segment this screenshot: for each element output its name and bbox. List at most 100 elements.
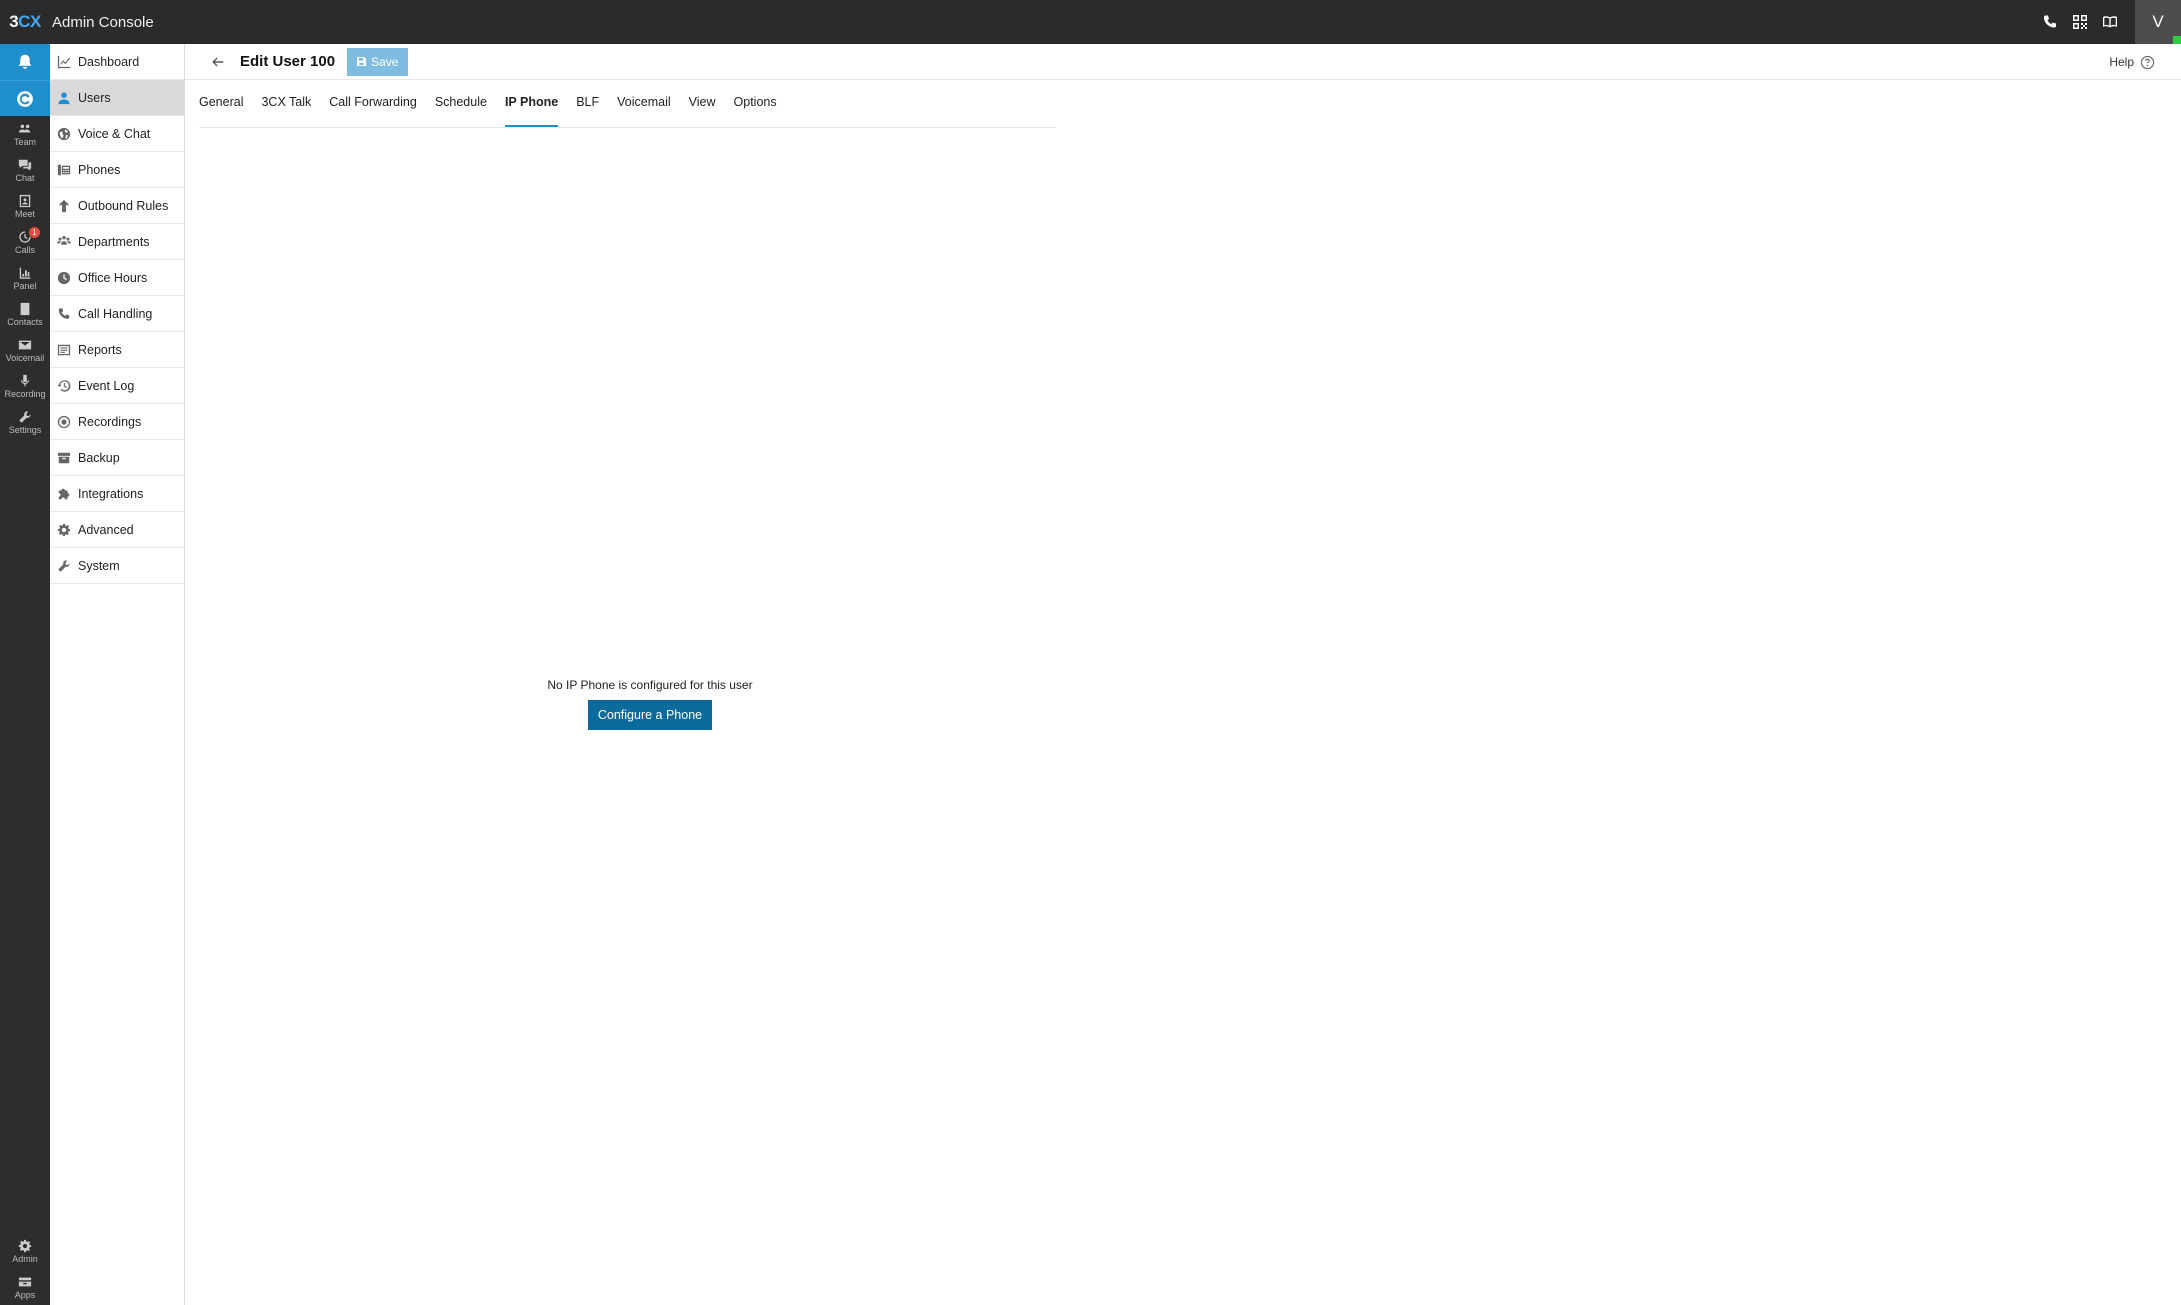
- 3cx-brand-icon: [17, 90, 33, 107]
- notifications-button[interactable]: [0, 44, 50, 80]
- sidebar-item-dashboard[interactable]: Dashboard: [50, 44, 184, 80]
- avatar-initial: V: [2152, 12, 2164, 31]
- sidebar-item-label: Office Hours: [78, 270, 148, 285]
- rail-item-settings[interactable]: Settings: [0, 404, 50, 440]
- rail-item-panel[interactable]: Panel: [0, 260, 50, 296]
- 3cx-home-button[interactable]: [0, 80, 50, 116]
- sidebar-item-label: Reports: [78, 342, 122, 357]
- floppy-disk-icon: [357, 57, 367, 66]
- sidebar-item-advanced[interactable]: Advanced: [50, 512, 184, 548]
- rail-item-label: Apps: [14, 1289, 36, 1300]
- empty-state-message: No IP Phone is configured for this user: [547, 678, 753, 692]
- tab-view[interactable]: View: [689, 79, 716, 127]
- sidebar-item-reports[interactable]: Reports: [50, 332, 184, 368]
- help-link[interactable]: Help: [2109, 44, 2155, 80]
- question-circle-icon: [2140, 55, 2155, 69]
- sidebar-item-label: Advanced: [78, 522, 134, 537]
- rail-item-team[interactable]: Team: [0, 116, 50, 152]
- rail-item-admin[interactable]: Admin: [0, 1233, 50, 1269]
- sidebar-item-label: Call Handling: [78, 306, 153, 321]
- tab-general[interactable]: General: [199, 79, 243, 127]
- history-icon: [56, 378, 72, 394]
- sidebar-item-event-log[interactable]: Event Log: [50, 368, 184, 404]
- user-icon: [56, 90, 72, 106]
- presence-status-indicator: [2173, 36, 2181, 44]
- tab-3cx-talk[interactable]: 3CX Talk: [261, 79, 311, 127]
- rail-item-label: Calls: [14, 244, 35, 255]
- rail-item-voicemail[interactable]: Voicemail: [0, 332, 50, 368]
- qr-code-icon[interactable]: [2065, 0, 2095, 44]
- tab-blf[interactable]: BLF: [576, 79, 599, 127]
- missed-calls-badge: 1: [29, 227, 40, 238]
- logo-prefix: 3: [9, 12, 19, 31]
- user-avatar[interactable]: V: [2135, 0, 2181, 44]
- sidebar-item-outbound-rules[interactable]: Outbound Rules: [50, 188, 184, 224]
- rail-item-contacts[interactable]: Contacts: [0, 296, 50, 332]
- phone-icon[interactable]: [2035, 0, 2065, 44]
- rail-item-label: Admin: [12, 1253, 38, 1264]
- sidebar-item-backup[interactable]: Backup: [50, 440, 184, 476]
- rail-item-label: Voicemail: [5, 352, 45, 363]
- admin-icon: [18, 1239, 32, 1252]
- empty-state: No IP Phone is configured for this user …: [530, 678, 770, 730]
- configure-phone-button[interactable]: Configure a Phone: [587, 700, 713, 730]
- rail-item-label: Contacts: [7, 316, 43, 327]
- recording-icon: [21, 374, 29, 386]
- logo-suffix: CX: [18, 12, 41, 31]
- voicemail-icon: [18, 340, 32, 349]
- sidebar-item-label: Integrations: [78, 486, 144, 501]
- reports-icon: [56, 342, 72, 358]
- tab-call-forwarding[interactable]: Call Forwarding: [329, 79, 417, 127]
- sidebar-item-call-handling[interactable]: Call Handling: [50, 296, 184, 332]
- arrow-up-icon: [56, 198, 72, 214]
- help-label: Help: [2109, 55, 2134, 69]
- sidebar-item-users[interactable]: Users: [50, 80, 184, 116]
- arrow-left-icon: [212, 57, 224, 66]
- page-header: Edit User 100 Save Help: [185, 44, 2181, 80]
- page-title: Edit User 100: [240, 53, 336, 70]
- sidebar-item-label: Departments: [78, 234, 150, 249]
- dashboard-icon: [56, 54, 72, 70]
- sidebar-item-label: Voice & Chat: [78, 126, 151, 141]
- sidebar-item-voice-chat[interactable]: Voice & Chat: [50, 116, 184, 152]
- 3cx-logo[interactable]: 3 CX: [0, 0, 50, 44]
- sidebar-item-office-hours[interactable]: Office Hours: [50, 260, 184, 296]
- sidebar-item-recordings[interactable]: Recordings: [50, 404, 184, 440]
- apps-icon: [18, 1277, 32, 1286]
- rail-item-calls[interactable]: Calls 1: [0, 224, 50, 260]
- sidebar-item-label: Dashboard: [78, 54, 140, 69]
- sidebar-item-label: Phones: [78, 162, 121, 177]
- rail-item-apps[interactable]: Apps: [0, 1269, 50, 1305]
- rail-item-meet[interactable]: Meet: [0, 188, 50, 224]
- sidebar-item-label: Backup: [78, 450, 120, 465]
- user-edit-tabs: General 3CX Talk Call Forwarding Schedule IP…: [199, 80, 1056, 128]
- rail-item-label: Team: [13, 136, 36, 147]
- bell-icon: [18, 54, 32, 69]
- sidebar-item-label: Outbound Rules: [78, 198, 169, 213]
- sidebar-item-system[interactable]: System: [50, 548, 184, 584]
- save-button[interactable]: Save: [347, 47, 409, 76]
- app-rail: Team Chat Meet Calls 1 Panel Contacts Voicemail…: [0, 44, 50, 1305]
- tab-voicemail[interactable]: Voicemail: [617, 79, 671, 127]
- archive-icon: [56, 450, 72, 466]
- sidebar-item-phones[interactable]: Phones: [50, 152, 184, 188]
- top-bar: 3 CX Admin Console V: [0, 0, 2181, 44]
- book-icon[interactable]: [2095, 0, 2125, 44]
- sidebar-item-label: Recordings: [78, 414, 142, 429]
- sidebar-item-departments[interactable]: Departments: [50, 224, 184, 260]
- panel-icon: [19, 267, 31, 279]
- rail-item-chat[interactable]: Chat: [0, 152, 50, 188]
- globe-icon: [56, 126, 72, 142]
- wrench-icon: [56, 558, 72, 574]
- rail-item-label: Panel: [13, 280, 37, 291]
- sidebar-item-label: System: [78, 558, 120, 573]
- sidebar-item-integrations[interactable]: Integrations: [50, 476, 184, 512]
- admin-sidebar: Dashboard Users Voice & Chat Phones Outbound…: [50, 44, 185, 1305]
- departments-icon: [56, 234, 72, 250]
- sidebar-item-label: Users: [78, 90, 111, 105]
- rail-item-recording[interactable]: Recording: [0, 368, 50, 404]
- tab-schedule[interactable]: Schedule: [435, 79, 487, 127]
- back-button[interactable]: [207, 51, 229, 73]
- tab-ip-phone[interactable]: IP Phone: [504, 79, 559, 127]
- tab-options[interactable]: Options: [734, 79, 777, 127]
